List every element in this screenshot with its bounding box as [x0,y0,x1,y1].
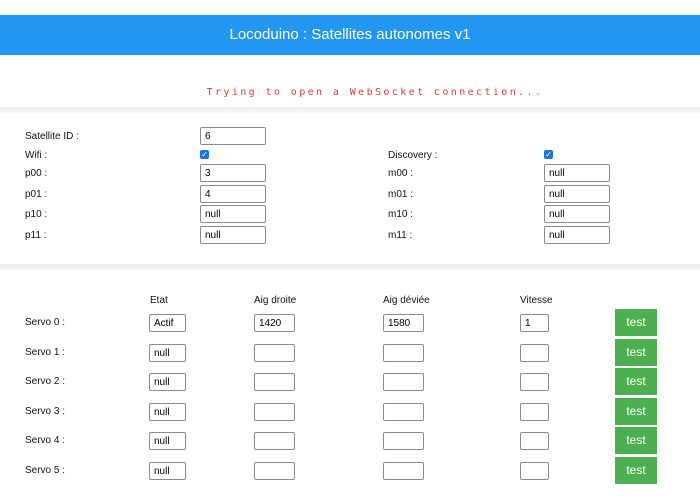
servo-aig-droite-input[interactable] [254,403,295,421]
servo-label: Servo 3 : [25,406,66,417]
test-button[interactable]: test [615,309,657,336]
m11-label: m11 : [388,230,413,241]
column-header-etat: Etat [150,295,168,306]
discovery-checkbox[interactable]: ✓ [544,150,553,159]
test-button[interactable]: test [615,398,657,425]
servo-etat-input[interactable] [149,344,186,362]
p01-input[interactable] [200,185,266,203]
servo-label: Servo 1 : [25,347,66,358]
test-button[interactable]: test [615,427,657,454]
servo-aig-deviee-input[interactable] [383,373,424,391]
servo-label: Servo 2 : [25,376,66,387]
servo-label: Servo 4 : [25,435,66,446]
satellite-id-label: Satellite ID : [25,131,79,142]
servo-aig-droite-input[interactable] [254,344,295,362]
servo-aig-deviee-input[interactable] [383,344,424,362]
m01-label: m01 : [388,189,414,200]
servo-etat-input[interactable] [149,432,186,450]
servo-aig-droite-input[interactable] [254,432,295,450]
page-header: Locoduino : Satellites autonomes v1 [0,15,700,55]
column-header-aig-droite: Aig droite [254,295,297,306]
wifi-checkbox[interactable]: ✓ [200,150,209,159]
satellite-id-input[interactable] [200,127,266,145]
p00-input[interactable] [200,164,266,182]
test-button[interactable]: test [615,368,657,395]
test-button[interactable]: test [615,339,657,366]
p01-label: p01 : [25,189,48,200]
servo-vitesse-input[interactable] [520,314,549,332]
p10-label: p10 : [25,209,48,220]
servo-aig-deviee-input[interactable] [383,403,424,421]
servo-vitesse-input[interactable] [520,462,549,480]
servo-vitesse-input[interactable] [520,344,549,362]
test-button[interactable]: test [615,457,657,484]
servo-etat-input[interactable] [149,314,186,332]
servo-vitesse-input[interactable] [520,373,549,391]
page-title: Locoduino : Satellites autonomes v1 [229,26,471,43]
section-divider [0,264,700,270]
p11-label: p11 : [25,230,47,241]
servo-aig-droite-input[interactable] [254,373,295,391]
p00-label: p00 : [25,168,48,179]
m00-label: m00 : [388,168,414,179]
servo-etat-input[interactable] [149,403,186,421]
servo-aig-droite-input[interactable] [254,314,295,332]
p11-input[interactable] [200,226,266,244]
servo-label: Servo 5 : [25,465,66,476]
servo-label: Servo 0 : [25,317,66,328]
connection-status: Trying to open a WebSocket connection... [206,87,544,98]
discovery-label: Discovery : [388,150,438,161]
servo-aig-deviee-input[interactable] [383,314,424,332]
servo-aig-deviee-input[interactable] [383,432,424,450]
column-header-vitesse: Vitesse [520,295,553,306]
servo-etat-input[interactable] [149,462,186,480]
m10-label: m10 : [388,209,414,220]
p10-input[interactable] [200,205,266,223]
m11-input[interactable] [544,226,610,244]
servo-etat-input[interactable] [149,373,186,391]
section-divider [0,107,700,113]
wifi-label: Wifi : [25,150,48,161]
servo-aig-deviee-input[interactable] [383,462,424,480]
servo-aig-droite-input[interactable] [254,462,295,480]
servo-vitesse-input[interactable] [520,432,549,450]
column-header-aig-deviee: Aig déviée [383,295,430,306]
m00-input[interactable] [544,164,610,182]
m01-input[interactable] [544,185,610,203]
m10-input[interactable] [544,205,610,223]
servo-vitesse-input[interactable] [520,403,549,421]
